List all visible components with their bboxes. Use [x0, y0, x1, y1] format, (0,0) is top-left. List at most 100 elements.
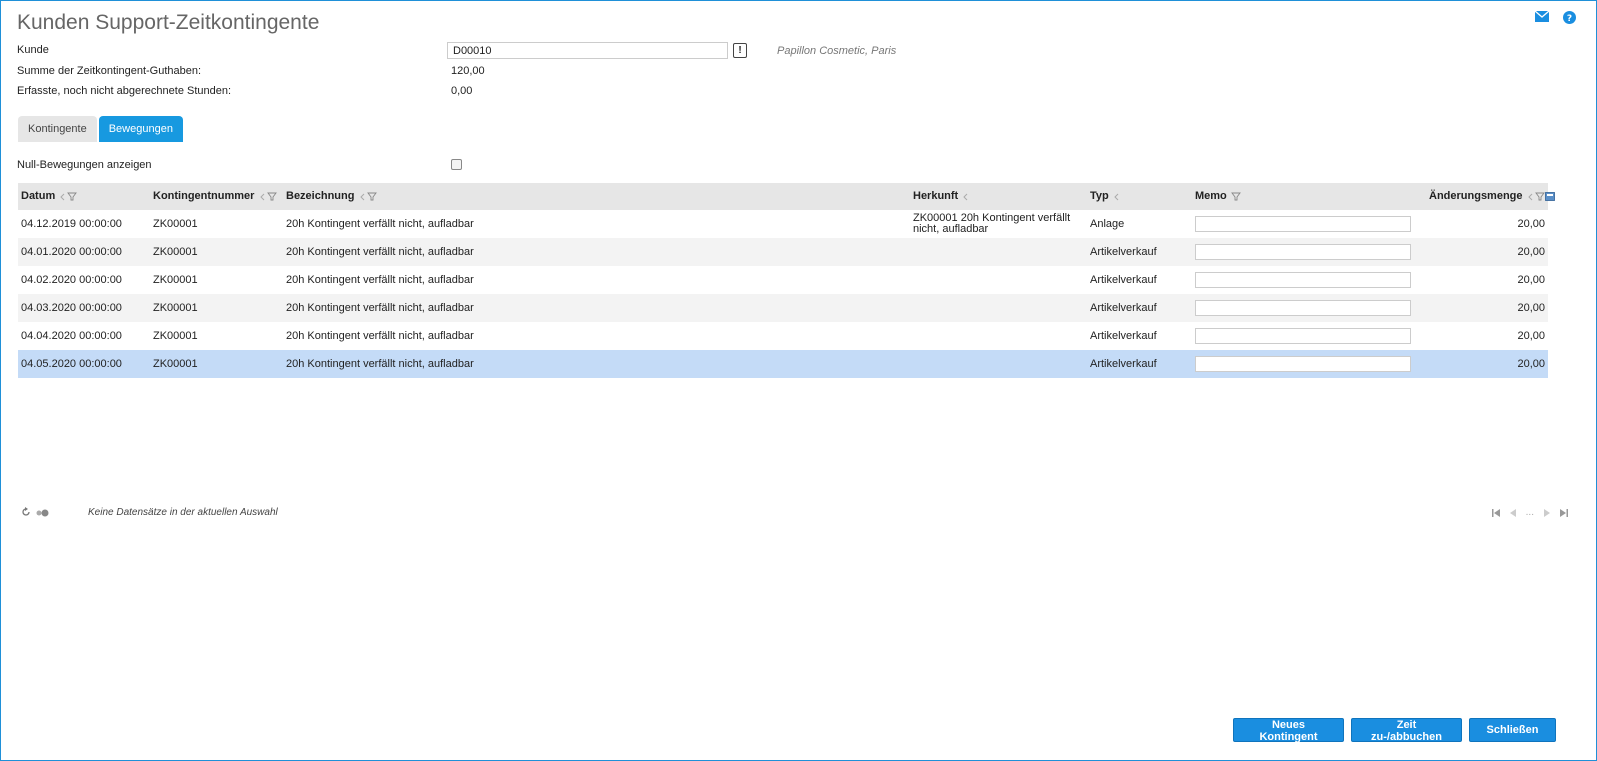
- cell-typ: Artikelverkauf: [1087, 350, 1192, 378]
- sort-icon[interactable]: [359, 191, 367, 203]
- column-header-aenderungsmenge[interactable]: Änderungsmenge: [1426, 183, 1555, 210]
- cell-typ: Artikelverkauf: [1087, 294, 1192, 322]
- customer-lookup-button[interactable]: !: [733, 43, 747, 58]
- cell-bezeichnung: 20h Kontingent verfällt nicht, aufladbar: [283, 350, 910, 378]
- null-movements-checkbox[interactable]: [451, 159, 462, 170]
- window-frame: Kunden Support-Zeitkontingente ? Kunde !…: [0, 0, 1597, 761]
- cell-memo: [1192, 294, 1426, 322]
- column-header-kontingentnummer[interactable]: Kontingentnummer: [150, 183, 283, 210]
- cell-datum: 04.12.2019 00:00:00: [18, 210, 150, 238]
- cell-bezeichnung: 20h Kontingent verfällt nicht, aufladbar: [283, 322, 910, 350]
- cell-bezeichnung: 20h Kontingent verfällt nicht, aufladbar: [283, 294, 910, 322]
- cell-memo: [1192, 350, 1426, 378]
- pager: ...: [1491, 507, 1568, 518]
- cell-bezeichnung: 20h Kontingent verfällt nicht, aufladbar: [283, 210, 910, 238]
- last-page-icon[interactable]: [1560, 508, 1568, 517]
- filter-icon[interactable]: [67, 191, 78, 203]
- memo-input[interactable]: [1195, 272, 1411, 288]
- book-time-button[interactable]: Zeit zu-/abbuchen: [1351, 718, 1462, 743]
- null-movements-label: Null-Bewegungen anzeigen: [17, 159, 152, 171]
- cell-datum: 04.05.2020 00:00:00: [18, 350, 150, 378]
- cell-kontingentnummer: ZK00001: [150, 210, 283, 238]
- table-row[interactable]: 04.03.2020 00:00:00 ZK00001 20h Kontinge…: [18, 294, 1548, 322]
- sort-icon[interactable]: [962, 191, 970, 203]
- sort-icon[interactable]: [1113, 191, 1121, 203]
- cell-datum: 04.04.2020 00:00:00: [18, 322, 150, 350]
- cell-herkunft: [910, 266, 1087, 294]
- customer-input[interactable]: [447, 42, 728, 59]
- column-header-memo[interactable]: Memo: [1192, 183, 1426, 210]
- column-bezeichnung-label: Bezeichnung: [286, 190, 355, 203]
- cell-aenderungsmenge: 20,00: [1426, 238, 1548, 266]
- filter-icon[interactable]: [366, 191, 377, 203]
- cell-kontingentnummer: ZK00001: [150, 294, 283, 322]
- close-button[interactable]: Schließen: [1469, 718, 1556, 742]
- cell-typ: Anlage: [1087, 210, 1192, 238]
- cell-herkunft: [910, 238, 1087, 266]
- column-chooser-icon[interactable]: [1544, 191, 1555, 203]
- cell-kontingentnummer: ZK00001: [150, 322, 283, 350]
- next-page-icon[interactable]: [1544, 508, 1550, 517]
- toggle-icon[interactable]: [35, 508, 49, 520]
- cell-typ: Artikelverkauf: [1087, 266, 1192, 294]
- mail-icon[interactable]: [1535, 11, 1549, 24]
- memo-input[interactable]: [1195, 216, 1411, 232]
- sort-icon[interactable]: [259, 191, 267, 203]
- table-row[interactable]: 04.12.2019 00:00:00 ZK00001 20h Kontinge…: [18, 210, 1548, 238]
- cell-herkunft: [910, 294, 1087, 322]
- column-typ-label: Typ: [1090, 190, 1109, 203]
- refresh-icon[interactable]: [21, 507, 31, 520]
- cell-aenderungsmenge: 20,00: [1426, 266, 1548, 294]
- column-memo-label: Memo: [1195, 190, 1227, 203]
- table-row[interactable]: 04.04.2020 00:00:00 ZK00001 20h Kontinge…: [18, 322, 1548, 350]
- tab-bar: Kontingente Bewegungen: [18, 116, 183, 142]
- column-header-datum[interactable]: Datum: [18, 183, 150, 210]
- cell-datum: 04.01.2020 00:00:00: [18, 238, 150, 266]
- table-row[interactable]: 04.01.2020 00:00:00 ZK00001 20h Kontinge…: [18, 238, 1548, 266]
- footer-tools: [21, 507, 49, 520]
- open-hours-value: 0,00: [451, 85, 473, 97]
- memo-input[interactable]: [1195, 356, 1411, 372]
- new-quota-button[interactable]: Neues Kontingent: [1233, 718, 1344, 743]
- cell-herkunft: [910, 350, 1087, 378]
- customer-name: Papillon Cosmetic, Paris: [777, 45, 897, 57]
- column-header-typ[interactable]: Typ: [1087, 183, 1192, 210]
- cell-herkunft: ZK00001 20h Kontingent verfällt nicht, a…: [910, 210, 1087, 238]
- svg-text:?: ?: [1567, 14, 1572, 24]
- cell-kontingentnummer: ZK00001: [150, 350, 283, 378]
- sort-icon[interactable]: [1527, 191, 1535, 203]
- help-icon[interactable]: ?: [1563, 11, 1576, 24]
- sum-label: Summe der Zeitkontingent-Guthaben:: [17, 65, 202, 77]
- column-datum-label: Datum: [21, 190, 56, 203]
- memo-input[interactable]: [1195, 244, 1411, 260]
- column-header-herkunft[interactable]: Herkunft: [910, 183, 1087, 210]
- sum-value: 120,00: [451, 65, 485, 77]
- tab-kontingente[interactable]: Kontingente: [18, 116, 97, 142]
- cell-datum: 04.03.2020 00:00:00: [18, 294, 150, 322]
- filter-icon[interactable]: [266, 191, 277, 203]
- cell-aenderungsmenge: 20,00: [1426, 322, 1548, 350]
- cell-memo: [1192, 322, 1426, 350]
- column-kontingentnummer-label: Kontingentnummer: [153, 190, 255, 203]
- customer-label: Kunde: [17, 44, 49, 56]
- cell-memo: [1192, 238, 1426, 266]
- table-row[interactable]: 04.02.2020 00:00:00 ZK00001 20h Kontinge…: [18, 266, 1548, 294]
- cell-typ: Artikelverkauf: [1087, 322, 1192, 350]
- cell-aenderungsmenge: 20,00: [1426, 294, 1548, 322]
- table-row-selected[interactable]: 04.05.2020 00:00:00 ZK00001 20h Kontinge…: [18, 350, 1548, 378]
- column-header-bezeichnung[interactable]: Bezeichnung: [283, 183, 910, 210]
- column-aenderungsmenge-label: Änderungsmenge: [1429, 190, 1523, 203]
- filter-icon[interactable]: [1534, 191, 1545, 203]
- memo-input[interactable]: [1195, 300, 1411, 316]
- tab-bewegungen[interactable]: Bewegungen: [98, 116, 183, 142]
- column-herkunft-label: Herkunft: [913, 190, 959, 203]
- cell-memo: [1192, 210, 1426, 238]
- page-title: Kunden Support-Zeitkontingente: [17, 11, 320, 34]
- prev-page-icon[interactable]: [1509, 508, 1516, 517]
- cell-herkunft: [910, 322, 1087, 350]
- filter-icon[interactable]: [1230, 191, 1241, 203]
- cell-typ: Artikelverkauf: [1087, 238, 1192, 266]
- first-page-icon[interactable]: [1491, 508, 1500, 517]
- memo-input[interactable]: [1195, 328, 1411, 344]
- movements-table: Datum Kontingentnummer Bezeichnung Herku…: [18, 183, 1555, 378]
